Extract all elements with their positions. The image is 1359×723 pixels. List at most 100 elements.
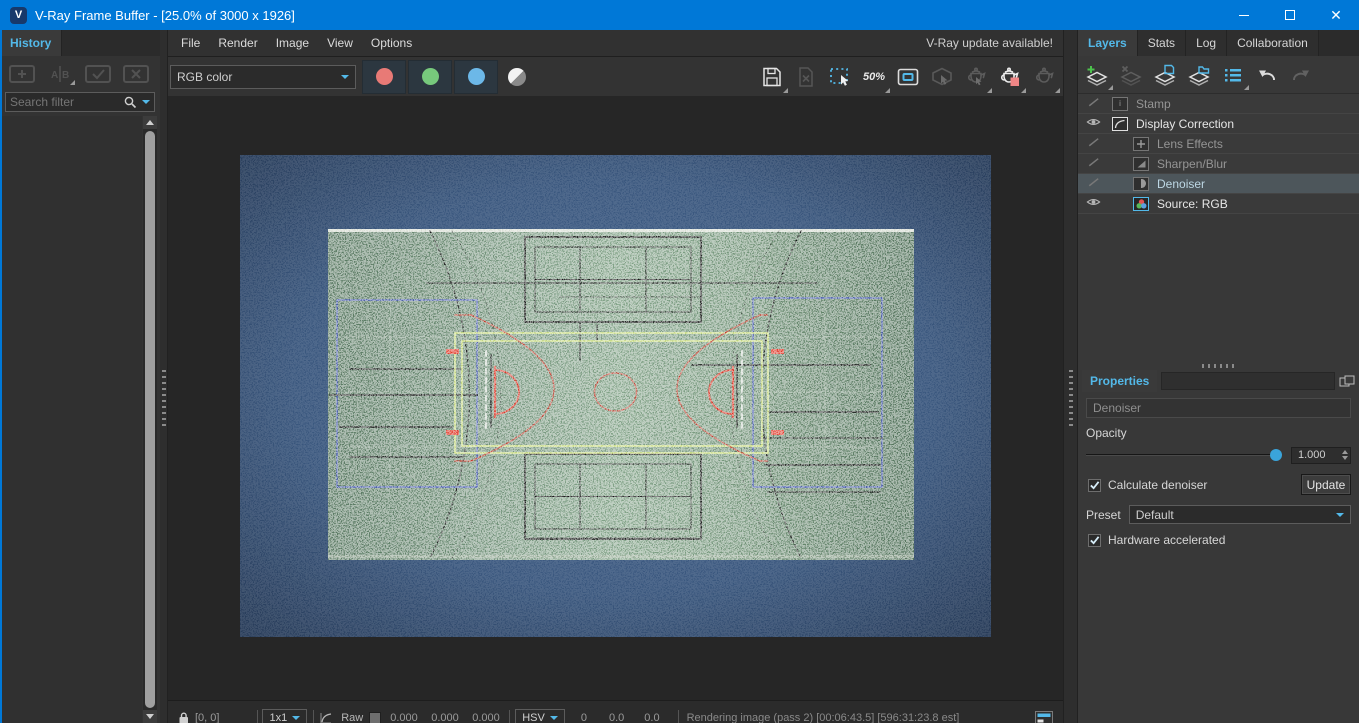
left-splitter[interactable] — [160, 30, 168, 723]
save-layers-button[interactable] — [1148, 59, 1182, 91]
layer-list-button[interactable] — [1216, 59, 1250, 91]
delete-layer-button[interactable] — [1114, 59, 1148, 91]
pixel-coordinates: [0, 0] — [195, 711, 220, 723]
history-scrollbar[interactable] — [143, 116, 157, 723]
stop-render-button[interactable] — [993, 60, 1027, 94]
history-list[interactable] — [2, 116, 142, 723]
close-button[interactable]: ✕ — [1313, 0, 1359, 30]
raw-color-swatch — [369, 711, 382, 723]
save-image-icon — [763, 67, 781, 86]
create-layer-caret — [1108, 84, 1113, 90]
color-mode-dropdown[interactable]: HSV — [515, 709, 565, 723]
lens-effects-layer-icon — [1133, 136, 1149, 151]
menu-render[interactable]: Render — [209, 30, 266, 56]
update-notice[interactable]: V-Ray update available! — [926, 36, 1063, 50]
scroll-down-button[interactable] — [143, 710, 157, 723]
clear-image-button[interactable] — [789, 60, 823, 94]
layers-panel: Layers Stats Log Collaboration i Stamp D… — [1078, 30, 1359, 723]
tab-collaboration[interactable]: Collaboration — [1227, 30, 1319, 56]
opacity-spinner[interactable] — [1342, 448, 1348, 463]
layer-name: Lens Effects — [1157, 136, 1223, 151]
scrollbar-thumb[interactable] — [145, 131, 155, 708]
visibility-off-icon[interactable] — [1086, 96, 1101, 108]
create-layer-button[interactable] — [1080, 59, 1114, 91]
scroll-up-button[interactable] — [143, 116, 157, 129]
pixel-aspect-dropdown[interactable]: 1x1 — [262, 709, 308, 723]
preset-dropdown[interactable]: Default — [1128, 505, 1351, 524]
save-image-button[interactable] — [755, 60, 789, 94]
add-to-history-icon — [9, 65, 35, 83]
lock-icon[interactable] — [178, 711, 189, 723]
red-channel-button[interactable] — [362, 59, 406, 94]
layer-row-sharpen-blur[interactable]: Sharpen/Blur — [1078, 154, 1359, 174]
add-to-history-button[interactable] — [6, 62, 38, 86]
scroll-up-icon — [146, 120, 154, 125]
stop-render-caret — [1021, 87, 1026, 93]
set-a-button[interactable] — [82, 62, 114, 86]
render-region-button[interactable] — [823, 60, 857, 94]
splitter-grip — [162, 370, 166, 426]
opacity-slider-handle[interactable] — [1270, 449, 1282, 461]
menu-options[interactable]: Options — [362, 30, 421, 56]
ab-compare-button[interactable]: AB — [44, 62, 76, 86]
visibility-on-icon[interactable] — [1086, 196, 1101, 208]
opacity-value-box[interactable]: 1.000 — [1291, 446, 1351, 464]
layers-toolbar — [1078, 56, 1359, 94]
visibility-on-icon[interactable] — [1086, 116, 1101, 128]
menu-image[interactable]: Image — [267, 30, 318, 56]
float-panel-icon[interactable] — [1339, 375, 1355, 387]
minimize-button[interactable] — [1221, 0, 1267, 30]
layer-row-lens-effects[interactable]: Lens Effects — [1078, 134, 1359, 154]
layer-row-display-correction[interactable]: Display Correction — [1078, 114, 1359, 134]
maximize-button[interactable] — [1267, 0, 1313, 30]
curve-icon[interactable] — [319, 711, 333, 723]
rendered-image[interactable] — [240, 155, 991, 637]
menu-view[interactable]: View — [318, 30, 362, 56]
hardware-accelerated-checkbox[interactable] — [1088, 533, 1101, 547]
right-splitter[interactable] — [1063, 30, 1078, 723]
redo-button[interactable] — [1284, 59, 1318, 91]
zoom-level-button[interactable]: 50% — [857, 60, 891, 94]
raw-b-value: 0.000 — [472, 711, 500, 723]
undo-button[interactable] — [1250, 59, 1284, 91]
layer-row-source-rgb[interactable]: Source: RGB — [1078, 194, 1359, 214]
fit-region-icon — [897, 68, 919, 85]
channel-dropdown[interactable]: RGB color — [170, 64, 356, 89]
tab-layers[interactable]: Layers — [1078, 30, 1138, 56]
viewer-toolbar: RGB color 50% — [168, 56, 1063, 96]
mono-channel-button[interactable] — [500, 60, 534, 94]
blue-channel-button[interactable] — [454, 59, 498, 94]
opacity-slider[interactable] — [1086, 446, 1282, 464]
layer-row-stamp[interactable]: i Stamp — [1078, 94, 1359, 114]
spin-down-icon — [1342, 456, 1348, 460]
tab-stats[interactable]: Stats — [1137, 30, 1187, 56]
vray-logo-icon: V — [10, 6, 27, 24]
pick-object-button[interactable] — [925, 60, 959, 94]
render-last-button[interactable] — [959, 60, 993, 94]
properties-grip[interactable] — [1201, 364, 1236, 368]
load-layers-button[interactable] — [1182, 59, 1216, 91]
calculate-denoiser-row: Calculate denoiser Update — [1088, 474, 1351, 495]
render-progress-icon[interactable] — [1035, 710, 1053, 723]
checkmark-icon — [1090, 536, 1100, 545]
layer-name-field[interactable]: Denoiser — [1086, 398, 1351, 418]
calculate-denoiser-checkbox[interactable] — [1088, 478, 1101, 492]
search-filter-caret[interactable] — [142, 100, 150, 104]
search-input[interactable] — [10, 95, 123, 109]
denoiser-layer-icon — [1133, 176, 1149, 191]
visibility-off-icon[interactable] — [1086, 136, 1101, 148]
channel-dropdown-value: RGB color — [177, 69, 233, 84]
visibility-off-icon[interactable] — [1086, 156, 1101, 168]
tab-history[interactable]: History — [0, 30, 63, 56]
render-button[interactable] — [1027, 60, 1061, 94]
visibility-off-icon[interactable] — [1086, 176, 1101, 188]
properties-header-well — [1161, 372, 1335, 390]
fit-region-button[interactable] — [891, 60, 925, 94]
green-channel-button[interactable] — [408, 59, 452, 94]
menu-file[interactable]: File — [172, 30, 209, 56]
tab-log[interactable]: Log — [1186, 30, 1228, 56]
update-button[interactable]: Update — [1301, 474, 1351, 495]
remove-history-button[interactable] — [120, 62, 152, 86]
layer-list-caret — [1244, 84, 1249, 90]
layer-row-denoiser[interactable]: Denoiser — [1078, 174, 1359, 194]
